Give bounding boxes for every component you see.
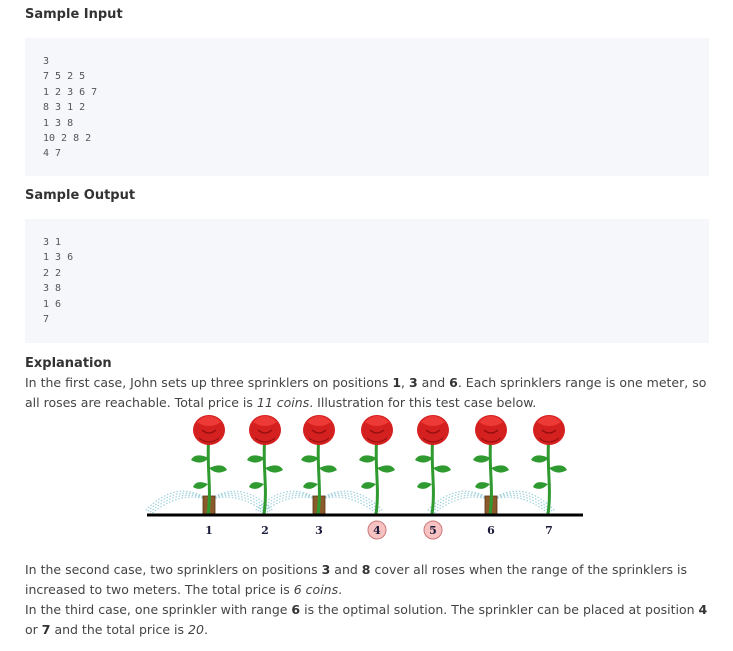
rose-leaf: [475, 482, 490, 489]
position-label: 4: [373, 524, 381, 537]
p3-sep-1: or: [25, 622, 42, 637]
spray-arc-right: [490, 496, 550, 515]
p1-pos-3: 6: [449, 375, 458, 390]
rose-leaf: [433, 465, 451, 473]
roses-illustration: 1 2 3 4 5 6 7: [145, 415, 583, 540]
rose-stem: [488, 435, 493, 515]
sample-output-text: 3 1 1 3 6 2 2 3 8 1 6 7: [43, 237, 74, 326]
rose-leaf: [319, 465, 337, 473]
spray-arc-right: [318, 492, 382, 513]
p3-text-b: is the optimal solution. The sprinkler c…: [300, 602, 699, 617]
spray-arc-left: [428, 492, 492, 513]
sample-output-box: 3 1 1 3 6 2 2 3 8 1 6 7: [25, 219, 709, 343]
sample-input-box: 3 7 5 2 5 1 2 3 6 7 8 3 1 2 1 3 8 10 2 8…: [25, 38, 709, 176]
spray-arc-left: [258, 494, 320, 514]
rose-stem: [262, 435, 267, 515]
p1-pos-1: 1: [392, 375, 402, 390]
sprinkler-sprays: [145, 490, 556, 515]
rose-leaf: [531, 455, 549, 463]
p2-price: 6 coins: [293, 582, 339, 597]
spray-arc-left: [148, 494, 210, 514]
p1-sep-2: and: [417, 375, 450, 390]
spray-arc-left: [150, 496, 210, 515]
spray-arc-right: [490, 494, 552, 514]
rose-leaf: [417, 482, 432, 489]
p2-pos-1: 3: [321, 562, 331, 577]
rose-stem: [546, 435, 551, 515]
rose-leaf: [473, 455, 491, 463]
explanation-paragraph-1: In the first case, John sets up three sp…: [25, 373, 715, 413]
rose-stem: [430, 435, 435, 515]
rose-6: [473, 415, 509, 515]
p1-sep-1: ,: [401, 375, 409, 390]
p3-range: 6: [291, 602, 301, 617]
rose-stem: [316, 435, 321, 515]
spray-arc-right: [490, 492, 554, 513]
sample-input-text: 3 7 5 2 5 1 2 3 6 7 8 3 1 2 1 3 8 10 2 8…: [43, 56, 98, 160]
rose-leaf: [193, 482, 208, 489]
rose-leaf: [359, 455, 377, 463]
rose-leaf: [533, 482, 548, 489]
rose-leaf: [265, 465, 283, 473]
spray-arc-left: [430, 494, 492, 514]
rose-leaf: [491, 465, 509, 473]
spray-arc-left: [432, 496, 492, 515]
rose-2: [247, 415, 283, 515]
rose-stem: [374, 435, 379, 515]
p3-text-c: and the total price is: [50, 622, 189, 637]
explanation-paragraph-2: In the second case, two sprinklers on po…: [25, 560, 715, 600]
p2-text-a: In the second case, two sprinklers on po…: [25, 562, 322, 577]
p1-text-a: In the first case, John sets up three sp…: [25, 375, 393, 390]
rose-leaf: [249, 482, 264, 489]
rose-leaf: [209, 465, 227, 473]
spray-arc-right: [318, 496, 378, 515]
position-label: 5: [429, 524, 437, 537]
p3-price: 20: [188, 622, 204, 637]
sample-output-heading: Sample Output: [25, 188, 136, 203]
p2-sep-1: and: [330, 562, 362, 577]
position-label: 6: [487, 524, 495, 537]
explanation-paragraph-3: In the third case, one sprinkler with ra…: [25, 600, 715, 640]
rose-leaf: [301, 455, 319, 463]
rose-3: [301, 415, 337, 515]
rose-leaf: [361, 482, 376, 489]
rose-leaf: [191, 455, 209, 463]
position-labels: 1 2 3 4 5 6 7: [205, 520, 553, 540]
p3-text-a: In the third case, one sprinkler with ra…: [25, 602, 292, 617]
position-label: 1: [205, 524, 213, 537]
explanation-heading: Explanation: [25, 356, 112, 371]
spray-arc-left: [146, 492, 210, 513]
p3-text-d: .: [203, 622, 208, 637]
rose-leaf: [247, 455, 265, 463]
rose-stem: [206, 435, 211, 515]
position-label: 2: [261, 524, 269, 537]
sample-input-heading: Sample Input: [25, 7, 123, 22]
spray-arc-right: [318, 494, 380, 514]
rose-1: [191, 415, 227, 515]
position-label: 7: [545, 524, 553, 537]
p1-pos-2: 3: [408, 375, 418, 390]
spray-arc-right: [208, 494, 270, 514]
p2-text-c: .: [338, 582, 343, 597]
rose-leaf: [303, 482, 318, 489]
rose-leaf: [549, 465, 567, 473]
spray-arc-right: [208, 492, 272, 513]
rose-leaf: [377, 465, 395, 473]
p3-pos-1: 4: [698, 602, 708, 617]
position-label: 3: [315, 524, 323, 537]
rose-leaf: [415, 455, 433, 463]
